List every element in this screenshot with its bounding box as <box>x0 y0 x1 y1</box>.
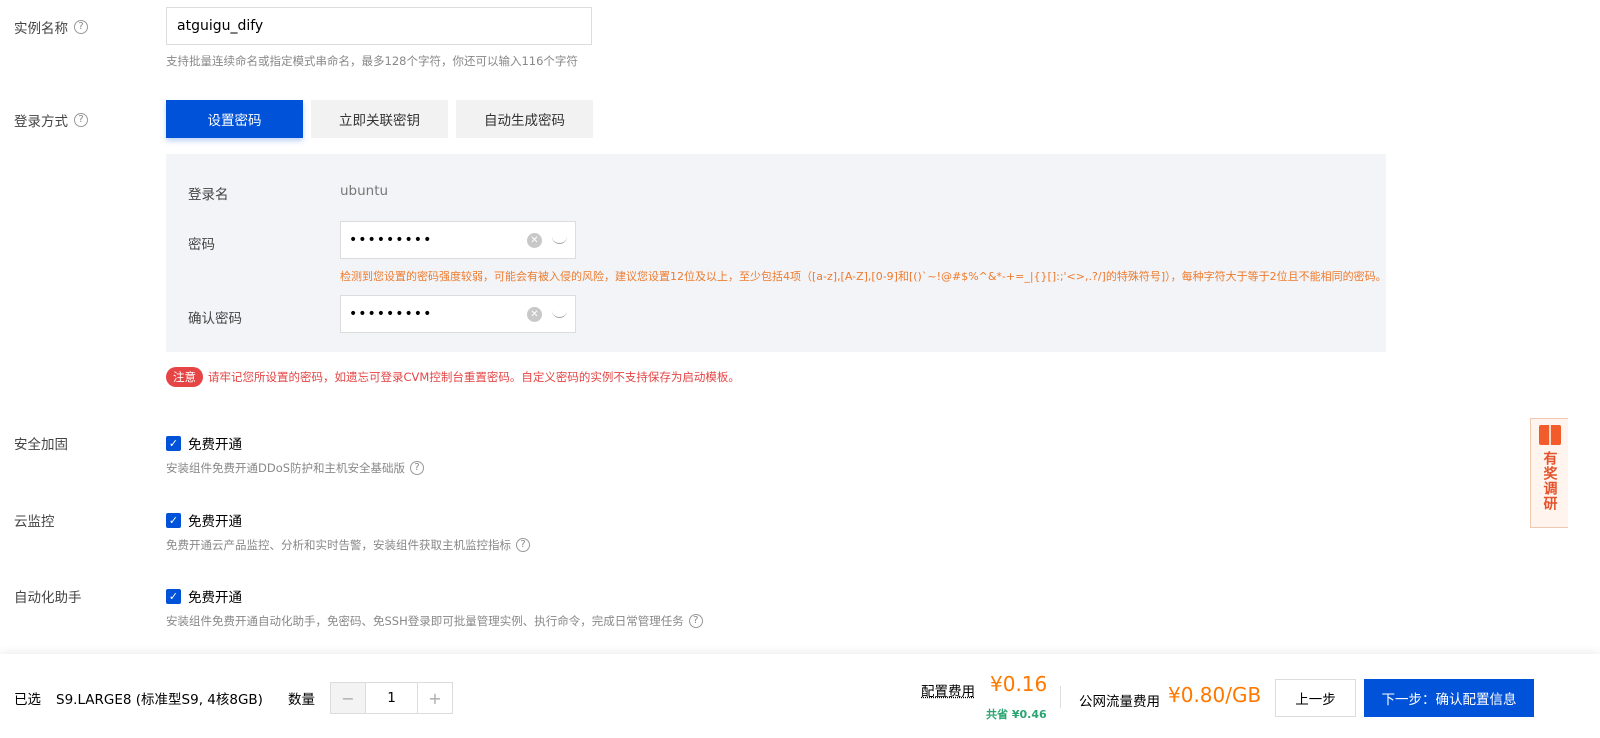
automation-checkbox[interactable]: ✓ 免费开通 <box>166 586 242 606</box>
clear-icon[interactable]: ✕ <box>527 232 542 248</box>
confirm-password-value: ••••••••• <box>349 306 433 322</box>
order-footer: 已选 S9.LARGE8 (标准型S9, 4核8GB) 数量 − 1 + 配置费… <box>0 654 1600 738</box>
automation-label: 自动化助手 <box>14 590 82 606</box>
security-checkbox[interactable]: ✓ 免费开通 <box>166 433 242 453</box>
notice-badge: 注意 <box>166 367 203 387</box>
eye-closed-icon[interactable] <box>552 236 567 244</box>
quantity-minus-button[interactable]: − <box>331 683 365 713</box>
divider <box>1060 686 1061 708</box>
selected-spec: S9.LARGE8 (标准型S9, 4核8GB) <box>56 692 263 708</box>
help-icon[interactable]: ? <box>74 113 88 127</box>
quantity-label: 数量 <box>288 692 315 708</box>
config-fee-price: ¥0.16 <box>990 672 1048 696</box>
monitor-label: 云监控 <box>14 514 55 530</box>
net-fee-label: 公网流量费用 <box>1079 694 1160 710</box>
username-value: ubuntu <box>340 183 389 199</box>
tab-set-password[interactable]: 设置密码 <box>166 100 303 138</box>
password-value: ••••••••• <box>349 232 433 248</box>
survey-float-button[interactable]: 有奖调研 <box>1530 418 1568 528</box>
savings-amount: 共省 ¥0.46 <box>986 708 1047 721</box>
gift-icon <box>1538 425 1561 445</box>
prev-step-button[interactable]: 上一步 <box>1275 679 1356 717</box>
password-input[interactable]: ••••••••• ✕ <box>340 221 576 259</box>
checkbox-checked-icon[interactable]: ✓ <box>166 435 181 451</box>
automation-hint: 安装组件免费开通自动化助手，免密码、免SSH登录即可批量管理实例、执行命令，完成… <box>166 613 703 629</box>
next-step-button[interactable]: 下一步：确认配置信息 <box>1364 679 1534 717</box>
login-method-tabs: 设置密码 立即关联密钥 自动生成密码 <box>166 100 593 138</box>
net-fee-price: ¥0.80/GB <box>1168 683 1262 707</box>
selected-label: 已选 <box>14 692 41 708</box>
confirm-password-input[interactable]: ••••••••• ✕ <box>340 295 576 333</box>
instance-name-input[interactable] <box>166 7 592 45</box>
username-label: 登录名 <box>188 187 229 203</box>
help-icon[interactable]: ? <box>688 614 703 628</box>
password-panel: 登录名 ubuntu 密码 ••••••••• ✕ 检测到您设置的密码强度较弱，… <box>166 154 1387 352</box>
password-strength-warning: 检测到您设置的密码强度较弱，可能会有被入侵的风险，建议您设置12位及以上，至少包… <box>340 270 1387 283</box>
password-notice: 注意 请牢记您所设置的密码，如遗忘可登录CVM控制台重置密码。自定义密码的实例不… <box>166 367 740 387</box>
config-fee-label[interactable]: 配置费用 <box>921 680 975 700</box>
help-icon[interactable]: ? <box>74 20 88 34</box>
checkbox-checked-icon[interactable]: ✓ <box>166 512 181 528</box>
eye-closed-icon[interactable] <box>552 310 567 318</box>
instance-name-hint: 支持批量连续命名或指定模式串命名，最多128个字符，你还可以输入116个字符 <box>166 54 578 68</box>
instance-name-label: 实例名称 ? <box>14 17 88 37</box>
monitor-hint: 免费开通云产品监控、分析和实时告警，安装组件获取主机监控指标 ? <box>166 537 530 553</box>
quantity-input[interactable]: 1 <box>365 683 418 713</box>
tab-auto-password[interactable]: 自动生成密码 <box>456 100 593 138</box>
help-icon[interactable]: ? <box>516 538 530 552</box>
security-label: 安全加固 <box>14 437 68 453</box>
quantity-plus-button[interactable]: + <box>418 683 452 713</box>
security-hint: 安装组件免费开通DDoS防护和主机安全基础版 ? <box>166 460 425 476</box>
tab-link-key[interactable]: 立即关联密钥 <box>311 100 448 138</box>
notice-text: 请牢记您所设置的密码，如遗忘可登录CVM控制台重置密码。自定义密码的实例不支持保… <box>208 370 740 384</box>
monitor-checkbox[interactable]: ✓ 免费开通 <box>166 510 242 530</box>
password-label: 密码 <box>188 237 215 253</box>
survey-text: 有奖调研 <box>1541 451 1558 511</box>
confirm-password-label: 确认密码 <box>188 311 242 327</box>
clear-icon[interactable]: ✕ <box>527 306 542 322</box>
help-icon[interactable]: ? <box>410 461 425 475</box>
checkbox-checked-icon[interactable]: ✓ <box>166 588 181 604</box>
quantity-stepper: − 1 + <box>330 682 453 714</box>
login-method-label: 登录方式 ? <box>14 110 88 130</box>
